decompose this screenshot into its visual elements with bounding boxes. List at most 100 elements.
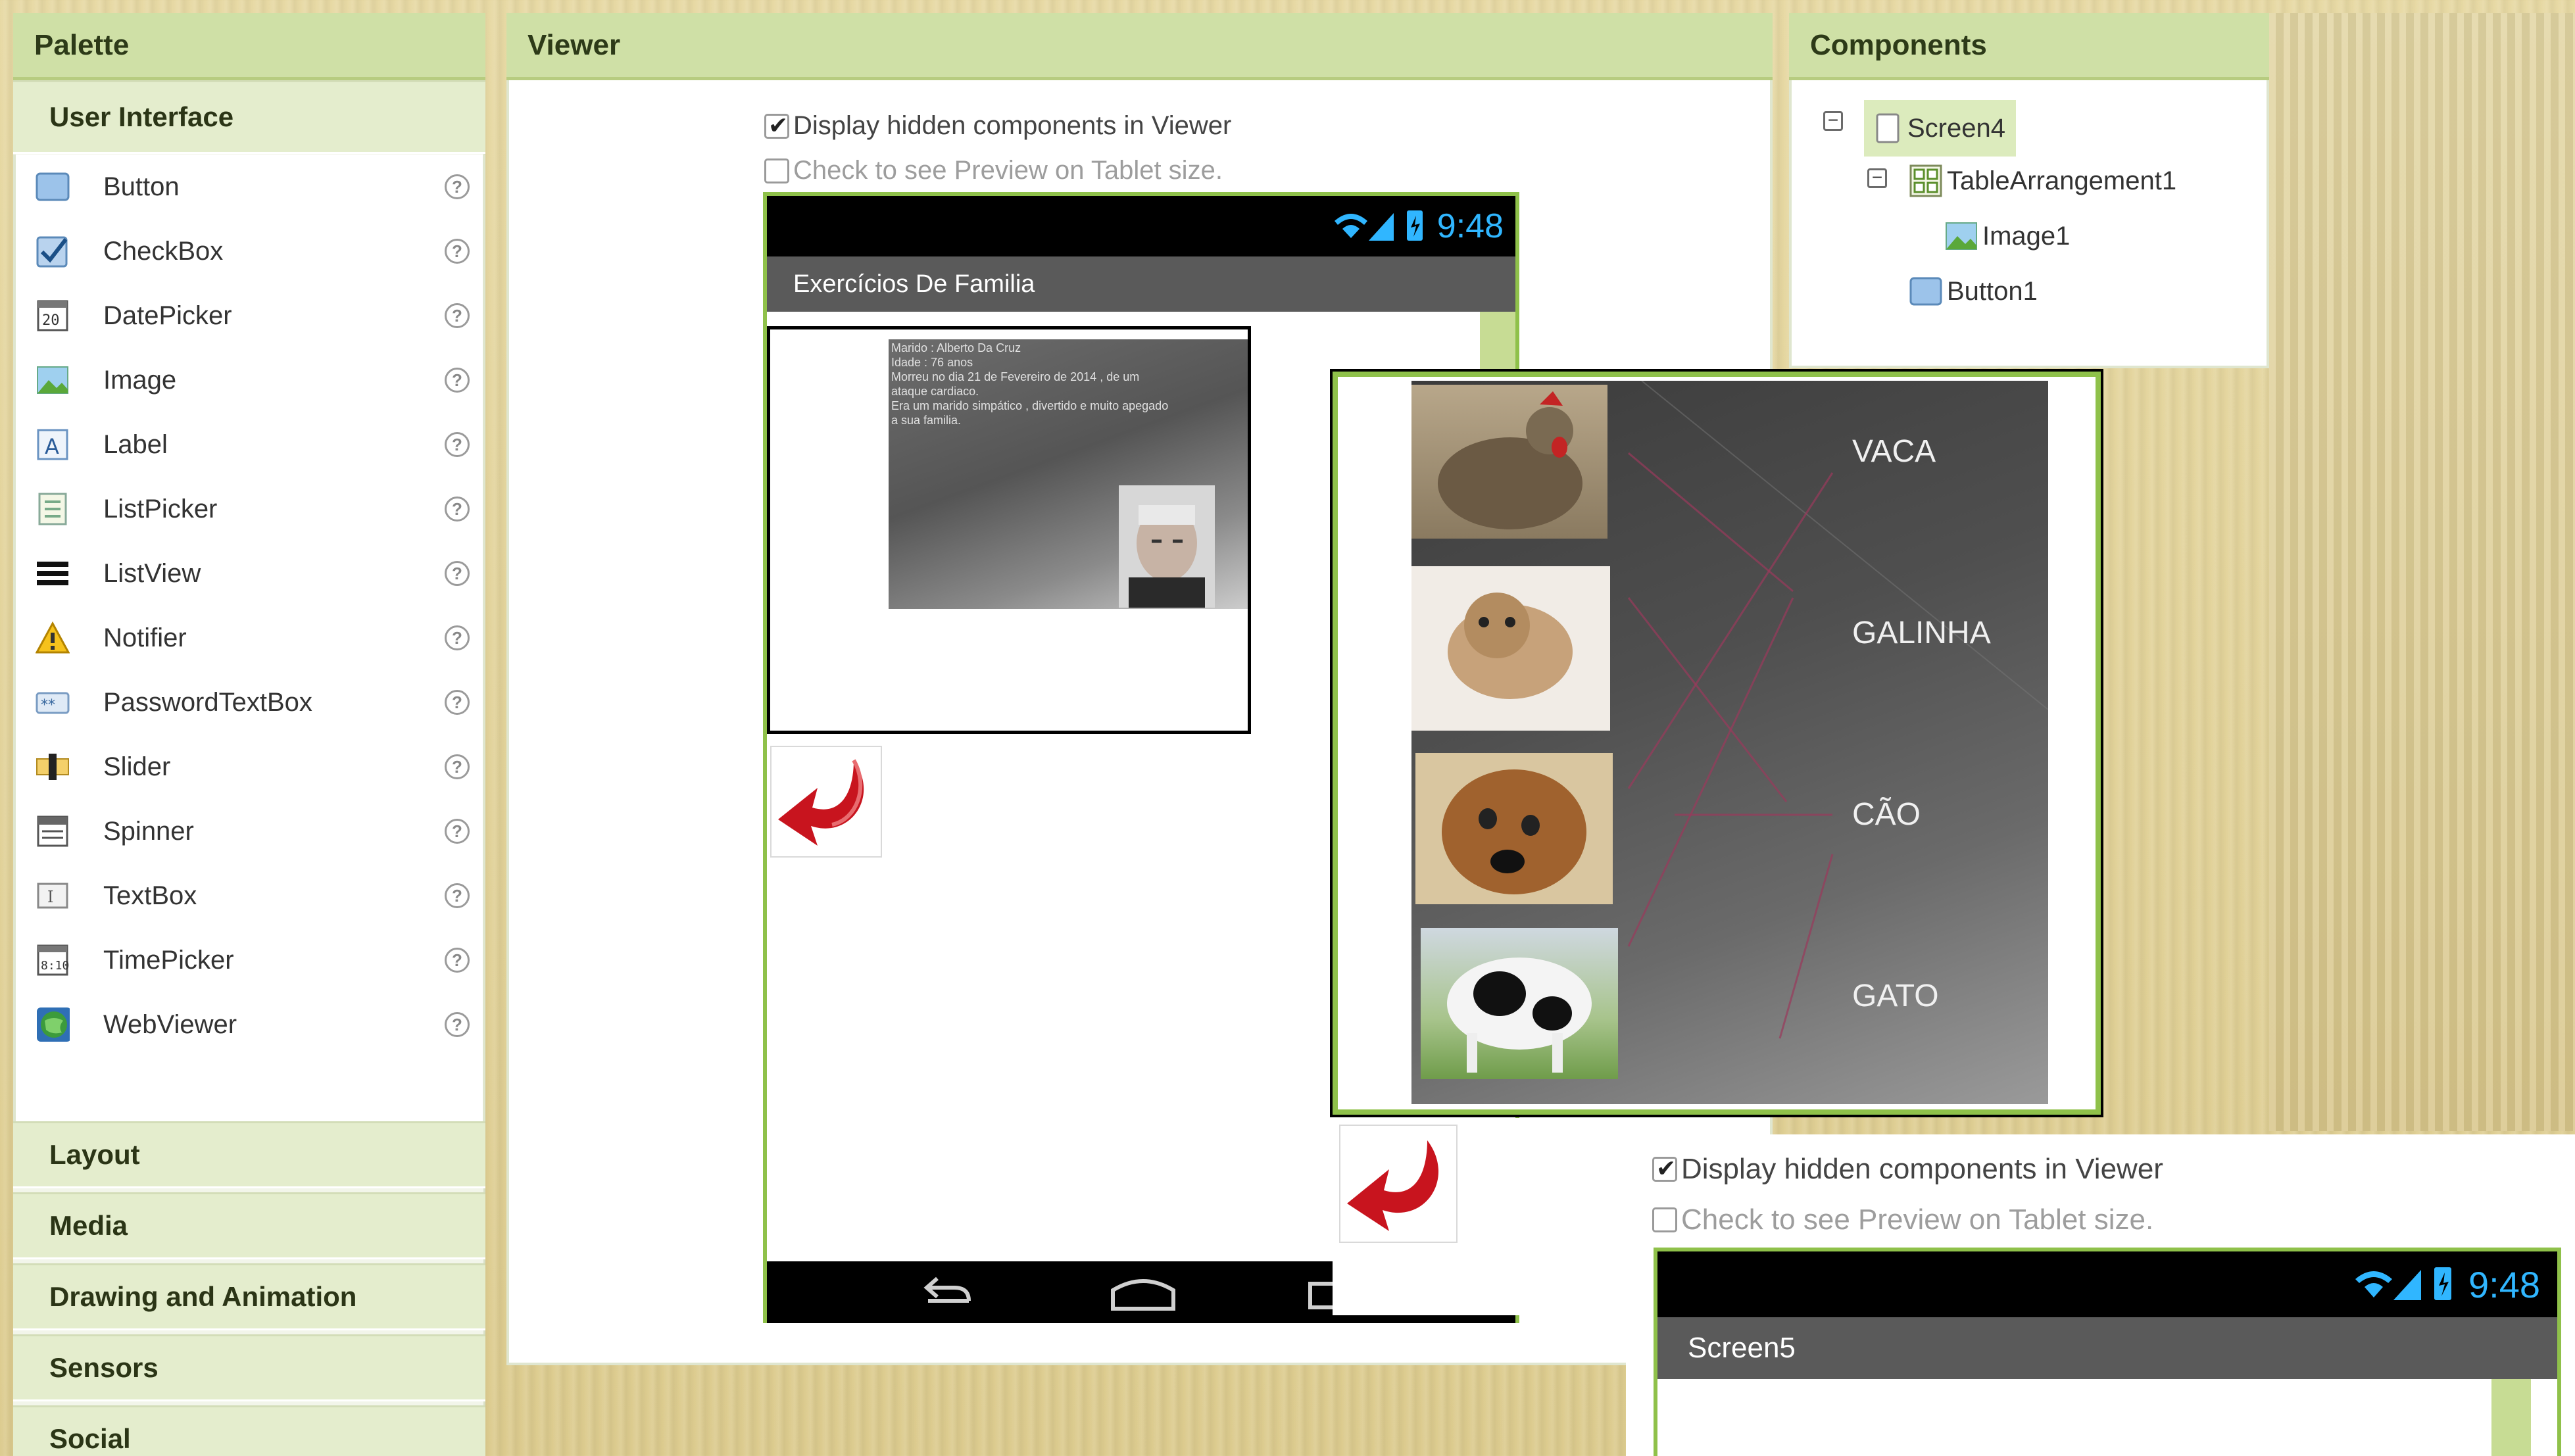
back-arrow-button-2[interactable] [1339,1125,1458,1243]
category-sensors[interactable]: Sensors [13,1334,485,1401]
word-gato[interactable]: GATO [1852,978,1939,1014]
collapse-screen4-toggle[interactable]: − [1823,111,1843,131]
help-icon[interactable]: ? [445,432,470,457]
label-icon: A [36,427,70,462]
palette-item-webviewer[interactable]: WebViewer ? [16,992,483,1057]
card-line: Idade : 76 anos [891,356,973,369]
palette-component-list: Button ? CheckBox ? 20 DatePicker ? Imag… [13,155,485,1121]
button-icon [36,170,70,204]
tree-node-button1[interactable]: Button1 [1909,270,2038,313]
help-icon[interactable]: ? [445,690,470,715]
kitten-photo[interactable] [1411,566,1610,731]
second-display-hidden-label: Display hidden components in Viewer [1681,1153,2163,1185]
palette-item-passwordtextbox[interactable]: ** PasswordTextBox ? [16,670,483,735]
palette-item-label: Image [103,365,177,395]
category-user-interface[interactable]: User Interface [13,80,485,154]
portrait-photo [1119,485,1215,608]
components-header: Components [1789,13,2269,80]
card-line: ataque cardiaco. [891,385,979,398]
card-line: Morreu no dia 21 de Fevereiro de 2014 , … [891,370,1140,383]
display-hidden-checkbox-row[interactable]: Display hidden components in Viewer [764,111,1231,141]
help-icon[interactable]: ? [445,368,470,393]
palette-item-label: WebViewer [103,1009,237,1039]
clock-icon: 8:10 [36,943,70,977]
help-icon[interactable]: ? [445,239,470,264]
palette-item-notifier[interactable]: Notifier ? [16,606,483,670]
second-display-hidden-checkbox[interactable] [1652,1155,1677,1182]
tree-node-tablearrangement1[interactable]: TableArrangement1 [1909,159,2176,203]
palette-item-label-component[interactable]: A Label ? [16,412,483,477]
palette-item-checkbox[interactable]: CheckBox ? [16,219,483,283]
tree-node-label: Screen4 [1907,113,2005,143]
nav-back-icon[interactable] [915,1274,981,1314]
palette-item-slider[interactable]: Slider ? [16,735,483,799]
curved-arrow-icon [778,759,864,846]
phone-status-bar-2: 9:48 [1657,1251,2557,1317]
status-time-2: 9:48 [2468,1263,2540,1305]
battery-icon [2434,1267,2451,1300]
cow-photo[interactable] [1421,928,1618,1079]
second-tablet-preview-row[interactable]: Check to see Preview on Tablet size. [1652,1203,2153,1236]
tablet-preview-checkbox[interactable] [764,158,789,183]
puppy-photo[interactable] [1415,753,1613,904]
help-icon[interactable]: ? [445,561,470,586]
background-fabric [2269,13,2575,1131]
scrollbar-thumb[interactable] [1480,312,1515,371]
collapse-tablearrangement-toggle[interactable]: − [1867,168,1887,188]
category-layout[interactable]: Layout [13,1121,485,1188]
image-icon [1946,222,1977,250]
palette-item-image[interactable]: Image ? [16,348,483,412]
screen-icon [1876,113,1900,143]
tree-node-label: Image1 [1982,221,2071,251]
palette-item-listview[interactable]: ListView ? [16,541,483,606]
word-galinha[interactable]: GALINHA [1852,615,1991,651]
card-line: Era um marido simpático , divertido e mu… [891,399,1169,412]
palette-item-label: Spinner [103,816,194,846]
help-icon[interactable]: ? [445,819,470,844]
palette-item-label: ListView [103,558,201,588]
overlay-arrow-panel [1333,1118,1626,1315]
palette-item-spinner[interactable]: Spinner ? [16,799,483,863]
palette-item-timepicker[interactable]: 8:10 TimePicker ? [16,928,483,992]
help-icon[interactable]: ? [445,754,470,779]
palette-header: Palette [13,13,485,80]
status-time: 9:48 [1436,207,1504,245]
help-icon[interactable]: ? [445,174,470,199]
word-cao[interactable]: CÃO [1852,796,1921,833]
scrollbar-thumb-2[interactable] [2491,1379,2531,1456]
category-social[interactable]: Social [13,1405,485,1456]
components-panel: Components − Screen4 − TableArrangement1… [1789,13,2269,368]
checkbox-icon [36,234,70,268]
family-member-card: Marido : Alberto Da Cruz Idade : 76 anos… [889,339,1248,609]
help-icon[interactable]: ? [445,1012,470,1037]
category-media[interactable]: Media [13,1192,485,1259]
palette-item-datepicker[interactable]: 20 DatePicker ? [16,283,483,348]
palette-item-textbox[interactable]: I TextBox ? [16,863,483,928]
back-arrow-button[interactable] [770,746,882,858]
second-display-hidden-row[interactable]: Display hidden components in Viewer [1652,1153,2163,1186]
palette-item-label: ListPicker [103,494,218,523]
button-icon [1909,277,1942,306]
tree-node-image1[interactable]: Image1 [1944,214,2070,258]
second-tablet-preview-checkbox[interactable] [1652,1207,1677,1232]
battery-icon [1406,210,1423,241]
help-icon[interactable]: ? [445,497,470,522]
wifi-signal-icon [1334,213,1394,241]
help-icon[interactable]: ? [445,883,470,908]
svg-text:8:10: 8:10 [41,959,69,973]
help-icon[interactable]: ? [445,948,470,973]
category-drawing-and-animation[interactable]: Drawing and Animation [13,1263,485,1330]
tablet-preview-checkbox-row[interactable]: Check to see Preview on Tablet size. [764,156,1223,185]
table-arrangement-1: Marido : Alberto Da Cruz Idade : 76 anos… [767,326,1251,734]
viewer-header: Viewer [506,13,1773,80]
nav-home-icon[interactable] [1109,1276,1177,1313]
palette-item-button[interactable]: Button ? [16,155,483,219]
word-vaca[interactable]: VACA [1852,433,1936,470]
help-icon[interactable]: ? [445,303,470,328]
display-hidden-checkbox[interactable] [764,112,789,139]
palette-item-listpicker[interactable]: ListPicker ? [16,477,483,541]
chicken-photo[interactable] [1411,385,1607,539]
help-icon[interactable]: ? [445,625,470,650]
tree-node-screen4[interactable]: Screen4 [1864,100,2016,157]
calendar-icon: 20 [36,299,70,333]
